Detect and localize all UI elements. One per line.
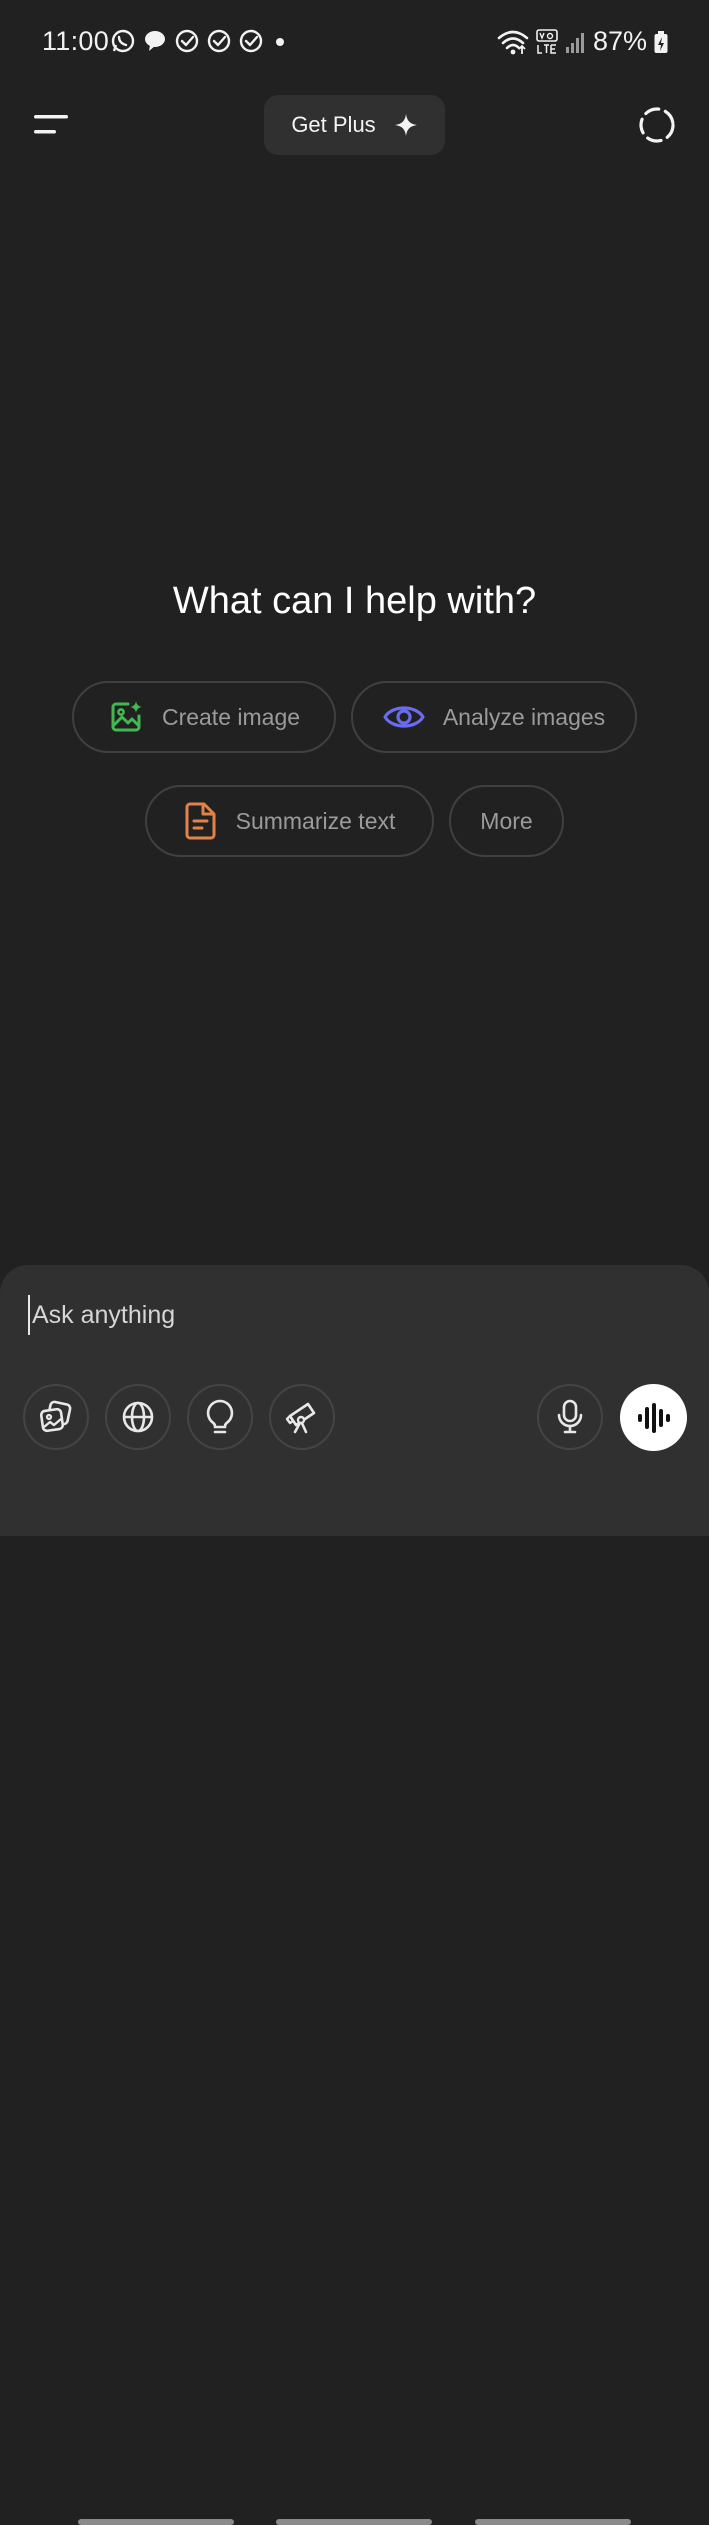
microphone-icon	[557, 1399, 583, 1434]
temporary-chat-button[interactable]	[630, 100, 684, 150]
chip-summarize-text[interactable]: Summarize text	[145, 785, 434, 857]
web-search-button[interactable]	[105, 1384, 171, 1450]
check-circle-icon	[175, 29, 199, 53]
sparkle-icon	[394, 114, 417, 136]
globe-icon	[122, 1401, 154, 1433]
battery-charging-icon	[654, 30, 668, 53]
chip-analyze-images[interactable]: Analyze images	[351, 681, 637, 753]
dictate-button[interactable]	[537, 1384, 603, 1450]
sidebar-menu-button[interactable]	[24, 100, 80, 150]
chip-label: More	[480, 807, 533, 834]
chip-label: Create image	[161, 703, 301, 730]
chat-bubble-icon	[145, 31, 165, 51]
chip-create-image[interactable]: Create image	[72, 681, 336, 753]
get-plus-button[interactable]: Get Plus	[264, 95, 445, 155]
page-title: What can I help with?	[172, 580, 537, 622]
voice-waveform-icon	[637, 1402, 670, 1433]
status-time: 11:00	[42, 26, 110, 56]
menu-icon	[34, 115, 68, 134]
check-circle-icon	[207, 29, 231, 53]
gesture-bar	[475, 2519, 631, 2525]
dashed-circle-icon	[639, 107, 675, 143]
composer	[0, 1265, 709, 2525]
chip-more[interactable]: More	[449, 785, 564, 857]
notification-icons	[110, 28, 290, 54]
gesture-bar	[276, 2519, 432, 2525]
more-notifications-dot-icon	[276, 38, 284, 46]
signal-icon	[565, 32, 584, 53]
telescope-icon	[285, 1402, 316, 1434]
document-icon	[185, 802, 216, 840]
photos-icon	[39, 1400, 72, 1433]
battery-percentage: 87%	[592, 26, 647, 56]
attach-photos-button[interactable]	[23, 1384, 89, 1450]
system-status: 87%	[497, 26, 669, 57]
lightbulb-icon	[206, 1399, 234, 1434]
wifi-icon	[497, 30, 529, 54]
image-sparkle-icon	[111, 701, 142, 732]
volte-icon	[536, 28, 558, 54]
status-bar: 11:00 87%	[0, 0, 709, 84]
gesture-bar	[78, 2519, 234, 2525]
eye-icon	[383, 706, 425, 728]
get-plus-label: Get Plus	[291, 112, 376, 137]
chip-label: Summarize text	[235, 807, 396, 834]
reason-button[interactable]	[187, 1384, 253, 1450]
chip-label: Analyze images	[442, 703, 606, 730]
whatsapp-icon	[111, 29, 135, 53]
check-circle-icon	[239, 29, 263, 53]
prompt-input[interactable]	[28, 1295, 668, 1335]
voice-mode-button[interactable]	[620, 1384, 687, 1451]
deep-research-button[interactable]	[269, 1384, 335, 1450]
